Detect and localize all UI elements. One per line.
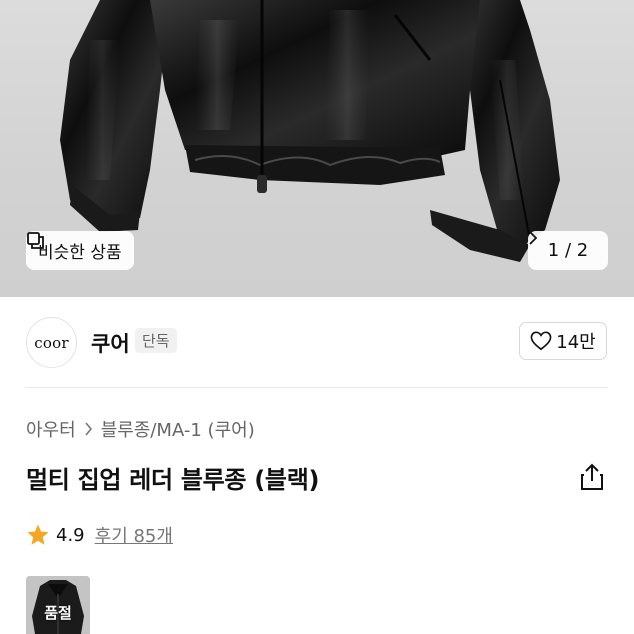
product-title: 멀티 집업 레더 블루종 (블랙) xyxy=(26,466,320,494)
share-icon[interactable] xyxy=(579,463,605,491)
gallery-pager[interactable]: 1 / 2 xyxy=(528,231,608,270)
variant-thumbnail[interactable]: 품절 xyxy=(26,576,90,634)
brand-logo-text: coor xyxy=(34,333,69,352)
rating-score: 4.9 xyxy=(56,524,85,546)
copy-icon xyxy=(27,232,44,249)
brand-logo[interactable]: coor xyxy=(26,317,77,368)
soldout-label: 품절 xyxy=(44,604,72,622)
similar-products-button[interactable]: 비슷한 상품 xyxy=(26,231,134,270)
pager-text: 1 / 2 xyxy=(547,240,589,261)
star-icon xyxy=(27,524,49,545)
exclusive-badge-label: 단독 xyxy=(142,332,170,350)
brand-row: coor 쿠어 단독 14만 xyxy=(0,297,634,389)
like-button[interactable]: 14만 xyxy=(519,322,607,360)
breadcrumb-item-blouson[interactable]: 블루종/MA-1 (쿠어) xyxy=(101,416,255,442)
chevron-right-icon xyxy=(85,422,92,436)
like-count: 14만 xyxy=(556,332,596,353)
exclusive-badge: 단독 xyxy=(135,328,177,353)
breadcrumb: 아우터 블루종/MA-1 (쿠어) xyxy=(26,416,255,442)
chevron-right-icon xyxy=(529,231,538,245)
similar-products-label: 비슷한 상품 xyxy=(38,243,122,263)
product-gallery[interactable]: 비슷한 상품 1 / 2 xyxy=(0,0,634,297)
rating: 4.9 후기 85개 xyxy=(26,522,173,548)
reviews-link[interactable]: 후기 85개 xyxy=(95,522,173,548)
heart-icon xyxy=(530,331,552,351)
breadcrumb-item-outer[interactable]: 아우터 xyxy=(26,416,76,442)
divider xyxy=(26,387,608,388)
brand-name[interactable]: 쿠어 xyxy=(91,328,130,358)
